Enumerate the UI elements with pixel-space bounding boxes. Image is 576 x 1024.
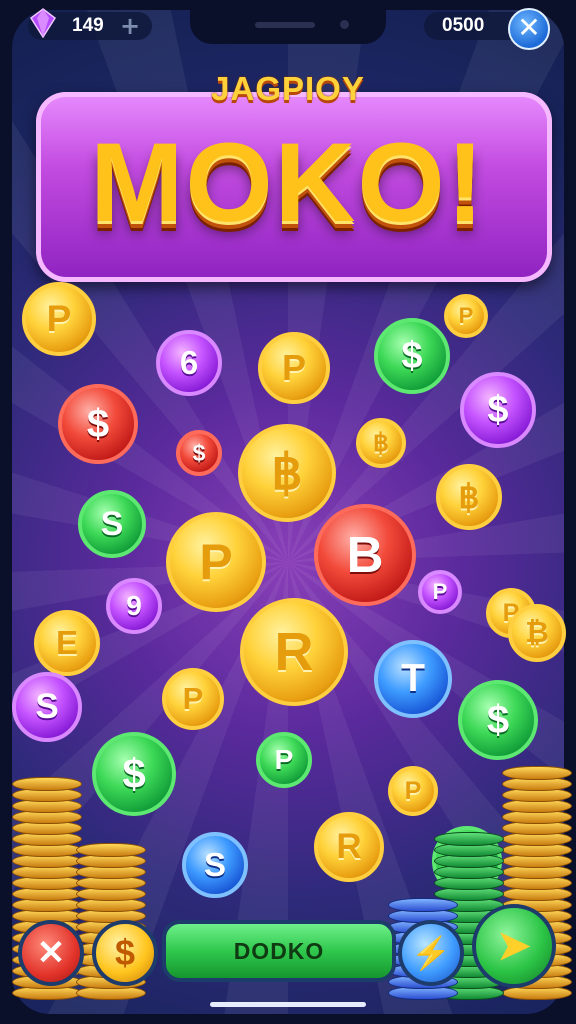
notch-speaker [255, 22, 315, 28]
home-indicator[interactable] [210, 1002, 366, 1007]
stack-coin [434, 832, 504, 846]
add-gems-icon[interactable]: + [120, 12, 140, 40]
coin-gold[interactable]: ฿ [356, 418, 406, 468]
stack-coin [12, 777, 82, 791]
send-button[interactable]: ➤ [472, 904, 556, 988]
coin-red[interactable]: $ [176, 430, 222, 476]
coin-gold[interactable]: P [166, 512, 266, 612]
coin-blue[interactable]: S [182, 832, 248, 898]
coin-count: 0500 [442, 15, 485, 36]
coin-button[interactable]: $ [92, 920, 158, 986]
close-button[interactable]: ✕ [508, 8, 550, 50]
gem-count: 149 [72, 15, 104, 36]
coin-green[interactable]: S [78, 490, 146, 558]
coin-gold[interactable]: P [444, 294, 488, 338]
notch-camera [340, 20, 349, 29]
coin-purple[interactable]: P [418, 570, 462, 614]
game-title: MOKO! [90, 120, 486, 245]
main-action-button[interactable]: DODKO [162, 920, 396, 982]
coin-gold[interactable]: ฿ [436, 464, 502, 530]
coin-gold[interactable]: ฿ [238, 424, 336, 522]
coin-purple[interactable]: $ [460, 372, 536, 448]
coin-red[interactable]: $ [58, 384, 138, 464]
cancel-button[interactable]: ✕ [18, 920, 84, 986]
coin-purple[interactable]: 9 [106, 578, 162, 634]
coin-gold[interactable]: P [258, 332, 330, 404]
stack-coin [502, 766, 572, 780]
game-subtitle: JAGPIOY [211, 70, 365, 107]
coin-gold[interactable]: P [388, 766, 438, 816]
stack-coin [388, 898, 458, 912]
coin-blue[interactable]: T [374, 640, 452, 718]
coin-green[interactable]: $ [458, 680, 538, 760]
coin-gold[interactable]: ₿ [508, 604, 566, 662]
coin-green[interactable]: $ [374, 318, 450, 394]
gem-icon [30, 8, 56, 38]
phone-frame: 149 + 0500 ✕ JAGPIOY MOKO! P 6 P $ $ $ ฿฿ $ S P B ฿… [0, 0, 576, 1024]
coin-gold[interactable]: R [240, 598, 348, 706]
coin-purple[interactable]: 6 [156, 330, 222, 396]
coin-gold[interactable]: P [22, 282, 96, 356]
coin-red[interactable]: B [314, 504, 416, 606]
stack-coin [76, 843, 146, 857]
boost-button[interactable]: ⚡ [398, 920, 464, 986]
coin-gold[interactable]: P [162, 668, 224, 730]
coin-green[interactable]: $ [92, 732, 176, 816]
coin-green[interactable]: P [256, 732, 312, 788]
coin-gold[interactable]: E [34, 610, 100, 676]
coin-purple[interactable]: S [12, 672, 82, 742]
coin-gold[interactable]: R [314, 812, 384, 882]
